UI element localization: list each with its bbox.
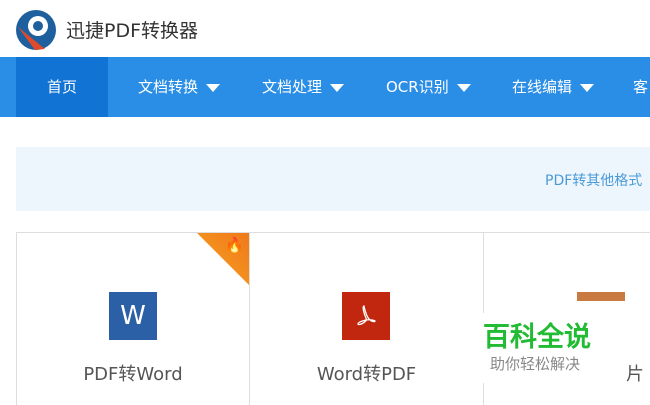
nav-doc-convert[interactable]: 文档转换 <box>138 57 221 117</box>
nav-online-edit[interactable]: 在线编辑 <box>512 57 595 117</box>
card-pdf-to-word[interactable]: 🔥 W PDF转Word <box>16 233 249 405</box>
word-icon: W <box>109 292 157 340</box>
main-nav: 首页 文档转换 文档处理 OCR识别 在线编辑 客 <box>0 57 650 117</box>
app-title: 迅捷PDF转换器 <box>66 20 199 42</box>
nav-more[interactable]: 客 <box>633 57 648 117</box>
nav-label: 文档转换 <box>138 78 199 96</box>
caret-down-icon <box>580 83 595 92</box>
nav-label: OCR识别 <box>386 78 449 96</box>
category-banner: PDF转其他格式 <box>16 147 650 211</box>
caret-down-icon <box>456 83 471 92</box>
watermark-title: 百科全说 <box>483 322 591 353</box>
card-label: 片 <box>626 364 644 385</box>
card-word-to-pdf[interactable]: Word转PDF <box>249 233 483 405</box>
caret-down-icon <box>330 83 345 92</box>
flame-icon: 🔥 <box>225 236 244 254</box>
image-icon <box>577 292 625 301</box>
caret-down-icon <box>206 83 221 92</box>
nav-home[interactable]: 首页 <box>16 57 108 117</box>
watermark: 百科全说 助你轻松解决 <box>483 313 625 383</box>
card-label: PDF转Word <box>83 364 183 385</box>
nav-label: 首页 <box>46 78 77 96</box>
watermark-subtitle: 助你轻松解决 <box>490 355 581 373</box>
pdf-icon <box>342 292 390 340</box>
category-tab[interactable]: PDF转其他格式 <box>545 170 642 190</box>
nav-label: 在线编辑 <box>512 78 573 96</box>
card-label: Word转PDF <box>316 364 417 385</box>
nav-label: 客 <box>633 78 649 96</box>
nav-ocr[interactable]: OCR识别 <box>386 57 471 117</box>
nav-doc-process[interactable]: 文档处理 <box>262 57 345 117</box>
logo-icon <box>16 10 56 50</box>
nav-label: 文档处理 <box>262 78 323 96</box>
